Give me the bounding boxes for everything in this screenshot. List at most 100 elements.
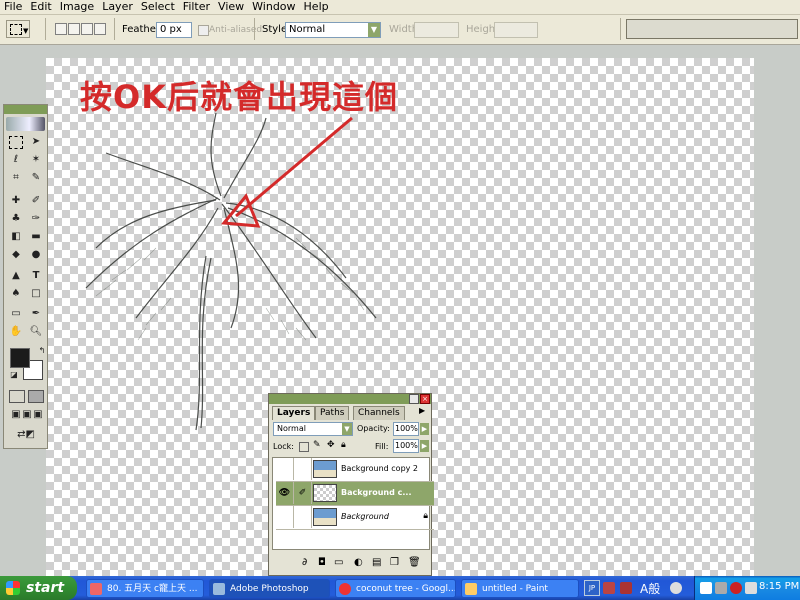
- intersect-selection-icon[interactable]: [94, 23, 106, 35]
- tab-channels[interactable]: Channels: [353, 406, 405, 420]
- jump-to-imageready-icon[interactable]: ⇄◩: [9, 427, 43, 443]
- device-icon[interactable]: [715, 582, 727, 594]
- menu-view[interactable]: View: [214, 0, 248, 14]
- clock: 8:15 PM: [759, 581, 800, 592]
- ime-options-icon[interactable]: [670, 582, 682, 594]
- new-layer-icon[interactable]: ❐: [390, 557, 399, 568]
- screen-mode-full-icon[interactable]: ▣: [30, 407, 46, 423]
- add-to-selection-icon[interactable]: [68, 23, 80, 35]
- menu-edit[interactable]: Edit: [26, 0, 55, 14]
- add-style-icon[interactable]: ◘: [318, 557, 326, 568]
- dodge-tool-icon[interactable]: ●: [28, 247, 44, 263]
- network-icon[interactable]: [700, 582, 712, 594]
- ime-mode-icon[interactable]: [620, 582, 632, 594]
- task-google[interactable]: coconut tree - Googl...: [335, 579, 456, 598]
- new-group-icon[interactable]: ▤: [372, 557, 381, 568]
- volume-icon[interactable]: [745, 582, 757, 594]
- security-icon[interactable]: [730, 582, 742, 594]
- pen-tool-icon[interactable]: ♠: [8, 286, 24, 302]
- subtract-selection-icon[interactable]: [81, 23, 93, 35]
- fill-input[interactable]: 100%: [393, 439, 419, 453]
- new-adjustment-icon[interactable]: ◐: [354, 557, 363, 568]
- start-button[interactable]: start: [0, 576, 77, 600]
- menu-window[interactable]: Window: [248, 0, 299, 14]
- eyedropper-tool-icon[interactable]: ✒: [28, 306, 44, 322]
- magic-wand-tool-icon[interactable]: ✶: [28, 152, 44, 168]
- lock-all-icon[interactable]: 🔒︎: [341, 440, 346, 450]
- shape-tool-icon[interactable]: □: [28, 286, 44, 302]
- trash-icon[interactable]: 🗑︎: [408, 557, 421, 568]
- toolbox-titlebar[interactable]: [4, 105, 47, 114]
- clone-stamp-tool-icon[interactable]: ♣: [8, 211, 24, 227]
- default-colors-icon[interactable]: ◪: [6, 367, 22, 383]
- palette-titlebar[interactable]: ×: [269, 394, 431, 404]
- standard-mode-icon[interactable]: [9, 390, 25, 403]
- link-toggle[interactable]: [294, 506, 312, 528]
- adobe-logo-icon[interactable]: [6, 117, 45, 131]
- eye-icon[interactable]: 👁︎: [276, 482, 294, 504]
- width-input[interactable]: [414, 22, 459, 38]
- task-label: untitled - Paint: [482, 584, 548, 594]
- ime-icon[interactable]: [603, 582, 615, 594]
- fill-slider-icon[interactable]: ▶: [420, 440, 429, 452]
- menu-filter[interactable]: Filter: [179, 0, 214, 14]
- new-selection-icon[interactable]: [55, 23, 67, 35]
- lock-image-icon[interactable]: ✎: [313, 440, 321, 450]
- blend-mode-select[interactable]: Normal ▼: [273, 422, 353, 436]
- zoom-tool-icon[interactable]: 🔍︎: [28, 324, 44, 340]
- type-tool-icon[interactable]: T: [28, 268, 44, 284]
- link-toggle[interactable]: [294, 458, 312, 480]
- menu-help[interactable]: Help: [300, 0, 333, 14]
- history-brush-tool-icon[interactable]: ✑: [28, 211, 44, 227]
- marquee-tool-icon[interactable]: [9, 136, 23, 149]
- move-tool-icon[interactable]: ➤: [28, 134, 44, 150]
- notes-tool-icon[interactable]: ▭: [8, 306, 24, 322]
- height-input[interactable]: [494, 22, 538, 38]
- ime-input-mode[interactable]: A般: [640, 580, 660, 597]
- task-music[interactable]: 80. 五月天 c寵上天 ...: [86, 579, 204, 598]
- healing-brush-tool-icon[interactable]: ✚: [8, 193, 24, 209]
- visibility-toggle[interactable]: [276, 458, 294, 480]
- lasso-tool-icon[interactable]: ℓ: [8, 152, 24, 168]
- menu-layer[interactable]: Layer: [98, 0, 137, 14]
- eraser-tool-icon[interactable]: ◧: [8, 229, 24, 245]
- close-icon[interactable]: ×: [420, 394, 430, 404]
- tab-layers[interactable]: Layers: [272, 406, 316, 420]
- layer-row-background-copy[interactable]: 👁︎ ✐ Background c...: [276, 482, 434, 506]
- lock-position-icon[interactable]: ✥: [327, 440, 335, 450]
- lock-transparent-icon[interactable]: [299, 442, 309, 452]
- menu-file[interactable]: File: [0, 0, 26, 14]
- visibility-toggle[interactable]: [276, 506, 294, 528]
- anti-aliased-checkbox[interactable]: [198, 25, 209, 36]
- link-layers-icon[interactable]: ∂: [302, 557, 307, 568]
- opacity-input[interactable]: 100%: [393, 422, 419, 436]
- gradient-tool-icon[interactable]: ▬: [28, 229, 44, 245]
- hand-tool-icon[interactable]: ✋: [8, 324, 24, 340]
- palette-menu-icon[interactable]: ▶: [419, 406, 425, 415]
- crop-tool-icon[interactable]: ⌗: [8, 170, 24, 186]
- brush-tool-icon[interactable]: ✐: [28, 193, 44, 209]
- task-paint[interactable]: untitled - Paint: [461, 579, 579, 598]
- opacity-slider-icon[interactable]: ▶: [420, 423, 429, 435]
- brush-icon[interactable]: ✐: [294, 482, 312, 504]
- feather-input[interactable]: 0 px: [156, 22, 192, 38]
- marquee-tool-preset-icon[interactable]: ▼: [6, 20, 30, 38]
- add-mask-icon[interactable]: ▭: [334, 557, 343, 568]
- foreground-color-swatch[interactable]: [10, 348, 30, 368]
- task-photoshop[interactable]: Adobe Photoshop: [209, 579, 330, 598]
- layer-row-background-copy-2[interactable]: Background copy 2: [276, 458, 434, 482]
- menu-image[interactable]: Image: [56, 0, 98, 14]
- path-selection-tool-icon[interactable]: ▲: [8, 268, 24, 284]
- menu-select[interactable]: Select: [137, 0, 179, 14]
- blur-tool-icon[interactable]: ◆: [8, 247, 24, 263]
- tab-paths[interactable]: Paths: [315, 406, 350, 420]
- layer-row-background[interactable]: Background 🔒︎: [276, 506, 434, 530]
- swap-colors-icon[interactable]: ↰: [34, 343, 50, 359]
- quick-mask-mode-icon[interactable]: [28, 390, 44, 403]
- slice-tool-icon[interactable]: ✎: [28, 170, 44, 186]
- style-select[interactable]: Normal ▼: [285, 22, 381, 38]
- lock-icon: 🔒︎: [423, 511, 428, 521]
- language-indicator[interactable]: JP: [584, 580, 600, 596]
- minimize-icon[interactable]: [409, 394, 419, 404]
- palette-well[interactable]: [626, 19, 798, 39]
